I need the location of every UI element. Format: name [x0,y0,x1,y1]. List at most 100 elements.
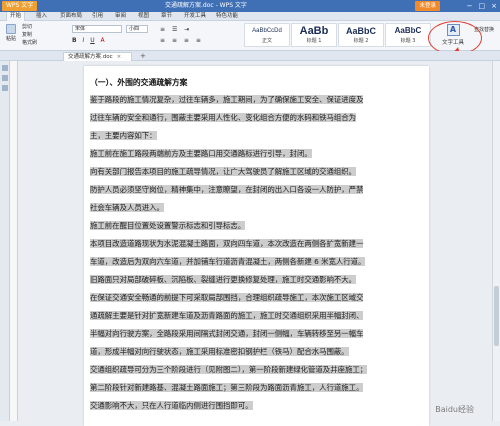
paragraph-line: 半幅对向行驶方案，全路段采用间隔式封闭交通，封闭一侧幅，车辆转移至另一幅车 [90,329,364,338]
window-controls: − □ × [467,0,497,12]
line-text: 通疏解主要是针对扩宽新建车道及沥青路面的施工，施工时交通组织采用半幅封闭、 [90,311,364,320]
justify-icon[interactable]: ≡ [196,37,201,44]
section-heading: （一）、外围的交通疏解方案 [90,77,188,88]
paragraph-line: 交通组织疏导可分为三个阶段进行（见附图二），第一阶段新建绿化管道及井座施工； [90,365,368,374]
italic-icon[interactable]: I [83,37,85,44]
sidebar-icon[interactable] [2,85,8,91]
watermark: Baidu经验 [435,405,474,414]
paragraph-line: 本项目改造道路现状为水泥混凝土路面，双向四车道，本次改造在两侧各扩宽新建一 [90,239,364,248]
sidebar-icon[interactable] [2,65,8,71]
style-heading-2[interactable]: AaBbC 标题 2 [338,23,384,47]
bold-icon[interactable]: B [72,37,77,44]
line-text: 施工前在醒目位置处设置警示标志和引导标志。 [90,221,246,230]
line-text: 鉴于路段的施工情况复杂，过往车辆多，施工期间，为了确保施工安全、保证进度及 [90,95,364,104]
tab-references[interactable]: 引用 [92,12,103,21]
close-tab-icon[interactable]: × [117,54,122,60]
document-tab-bar: 交通疏解方案.doc × + [0,51,500,61]
line-text: 旧路面只对局部破碎板、沉陷板、裂缝进行更换修复处理，施工时交通影响不大。 [90,275,357,284]
tab-view[interactable]: 视图 [138,12,149,21]
bullet-list-icon[interactable]: ≡ [160,26,165,33]
paragraph-line: 防护人员必须坚守岗位，精神集中，注意瞭望，在封闭的出入口各设一人防护，严禁 [90,185,364,194]
document-page[interactable]: （一）、外围的交通疏解方案 鉴于路段的施工情况复杂，过往车辆多，施工期间，为了确… [84,66,429,426]
indent-icon[interactable]: ⇥ [184,26,189,33]
window-title: 交通疏解方案.doc - WPS 文字 [165,2,247,9]
paragraph-line: 车道，改造后为双向六车道，并加铺车行道沥青混凝土，两侧各新建 6 米宽人行道。 [90,257,366,266]
style-preview: AaBbC [345,26,376,36]
font-size-select[interactable]: 小四 [126,25,148,33]
line-text: 交通影响不大，只在人行道临内侧进行围挡即可。 [90,401,253,410]
style-preview: AaBbCcDd [252,28,282,34]
minimize-icon[interactable]: − [467,0,473,12]
format-buttons: B I U A [72,37,105,44]
line-text: 道，形成半幅对向行驶状态，施工采用标准密扣钢护栏（铁马）配合水马围蔽。 [90,347,349,356]
align-buttons: ≡ ≡ ≡ ≡ [160,37,201,44]
cut-button[interactable]: 剪切 [22,24,32,31]
paragraph-line: 过往车辆的安全和通行，围蔽主要采用人性化、变化组合方便的水码和铁马组合为 [90,113,357,122]
line-text: 主，主要内容如下： [90,131,157,140]
align-center-icon[interactable]: ≡ [172,37,177,44]
vertical-scrollbar[interactable] [492,61,500,421]
paragraph-line: 施工前在醒目位置处设置警示标志和引导标志。 [90,221,246,230]
tab-home[interactable]: 开始 [6,12,26,21]
paragraph-line: 主，主要内容如下： [90,131,157,140]
paste-label: 粘贴 [5,36,16,42]
tab-review[interactable]: 审阅 [115,12,126,21]
paragraph-line: 在保证交通安全畅通的前提下可采取局部围挡，合理组织疏导施工，本次施工区域交 [90,293,364,302]
style-name: 标题 1 [306,38,322,44]
style-name: 标题 3 [400,38,416,44]
tab-insert[interactable]: 插入 [36,12,47,21]
style-heading-1[interactable]: AaBb 标题 1 [291,23,337,47]
line-text: 在保证交通安全畅通的前提下可采取局部围挡，合理组织疏导施工，本次施工区域交 [90,293,364,302]
style-preview: AaBb [299,25,329,37]
new-tab-icon[interactable]: + [140,52,146,61]
copy-button[interactable]: 复制 [22,32,32,39]
underline-icon[interactable]: U [90,37,94,44]
scrollbar-thumb[interactable] [494,286,499,346]
align-left-icon[interactable]: ≡ [160,37,165,44]
format-painter-button[interactable]: 格式刷 [22,40,37,47]
paragraph-line: 道，形成半幅对向行驶状态，施工采用标准密扣钢护栏（铁马）配合水马围蔽。 [90,347,349,356]
font-color-icon[interactable]: A [101,37,105,44]
wps-app-menu-button[interactable]: WPS 文字 [2,1,38,11]
paragraph-line: 社会车辆及人员进入。 [90,203,164,212]
login-button[interactable]: 未登录 [415,1,440,11]
document-canvas[interactable]: （一）、外围的交通疏解方案 鉴于路段的施工情况复杂，过往车辆多，施工期间，为了确… [18,61,492,426]
section-heading-text: （一）、外围的交通疏解方案 [90,78,188,87]
vertical-ruler [10,61,18,421]
tab-chapter[interactable]: 章节 [161,12,172,21]
line-text: 过往车辆的安全和通行，围蔽主要采用人性化、变化组合方便的水码和铁马组合为 [90,113,357,122]
left-sidebar [0,61,10,421]
style-name: 标题 2 [353,38,369,44]
style-normal[interactable]: AaBbCcDd 正文 [244,23,290,47]
paste-button[interactable]: 粘贴 [4,24,18,42]
line-text: 防护人员必须坚守岗位，精神集中，注意瞭望，在封闭的出入口各设一人防护，严禁 [90,185,364,194]
paragraph-line: 鉴于路段的施工情况复杂，过往车辆多，施工期间，为了确保施工安全、保证进度及 [90,95,364,104]
line-text: 交通组织疏导可分为三个阶段进行（见附图二），第一阶段新建绿化管道及井座施工； [90,365,368,374]
tab-developer[interactable]: 开发工具 [184,12,206,21]
document-tab[interactable]: 交通疏解方案.doc × [63,52,133,61]
style-name: 正文 [261,38,272,44]
align-right-icon[interactable]: ≡ [184,37,189,44]
line-text: 半幅对向行驶方案，全路段采用间隔式封闭交通，封闭一侧幅，车辆转移至另一幅车 [90,329,364,338]
close-icon[interactable]: × [491,0,497,12]
tab-features[interactable]: 特色功能 [216,12,238,21]
paragraph-line: 第二阶段针对新建路基、混凝土路面施工；第三阶段为路面沥青施工，人行道施工。 [90,383,364,392]
paragraph-line: 施工前在施工路段两端前方及主要路口用交通路标进行引导，封闭。 [90,149,312,158]
tab-page-layout[interactable]: 页面布局 [60,12,82,21]
line-text: 施工前在施工路段两端前方及主要路口用交通路标进行引导，封闭。 [90,149,312,158]
line-text: 向有关部门报告本项目的施工疏导情况，让广大驾驶员了解施工区域的交通组织。 [90,167,357,176]
title-bar: WPS 文字 交通疏解方案.doc - WPS 文字 未登录 − □ × [0,0,500,12]
paragraph-line: 向有关部门报告本项目的施工疏导情况，让广大驾驶员了解施工区域的交通组织。 [90,167,357,176]
menu-tab-bar: 开始 插入 页面布局 引用 审阅 视图 章节 开发工具 特色功能 [0,12,500,21]
font-name-select[interactable]: 宋体 [72,25,122,33]
paragraph-line: 旧路面只对局部破碎板、沉陷板、裂缝进行更换修复处理，施工时交通影响不大。 [90,275,357,284]
style-preview: AaBbC [394,26,422,35]
line-text: 第二阶段针对新建路基、混凝土路面施工；第三阶段为路面沥青施工，人行道施工。 [90,383,364,392]
numbered-list-icon[interactable]: ☰ [172,26,177,33]
paste-icon [6,24,16,34]
maximize-icon[interactable]: □ [479,0,486,12]
style-heading-3[interactable]: AaBbC 标题 3 [385,23,431,47]
sidebar-icon[interactable] [2,75,8,81]
document-tab-label: 交通疏解方案.doc [68,54,113,60]
paragraph-buttons: ≡ ☰ ⇥ [160,26,189,33]
